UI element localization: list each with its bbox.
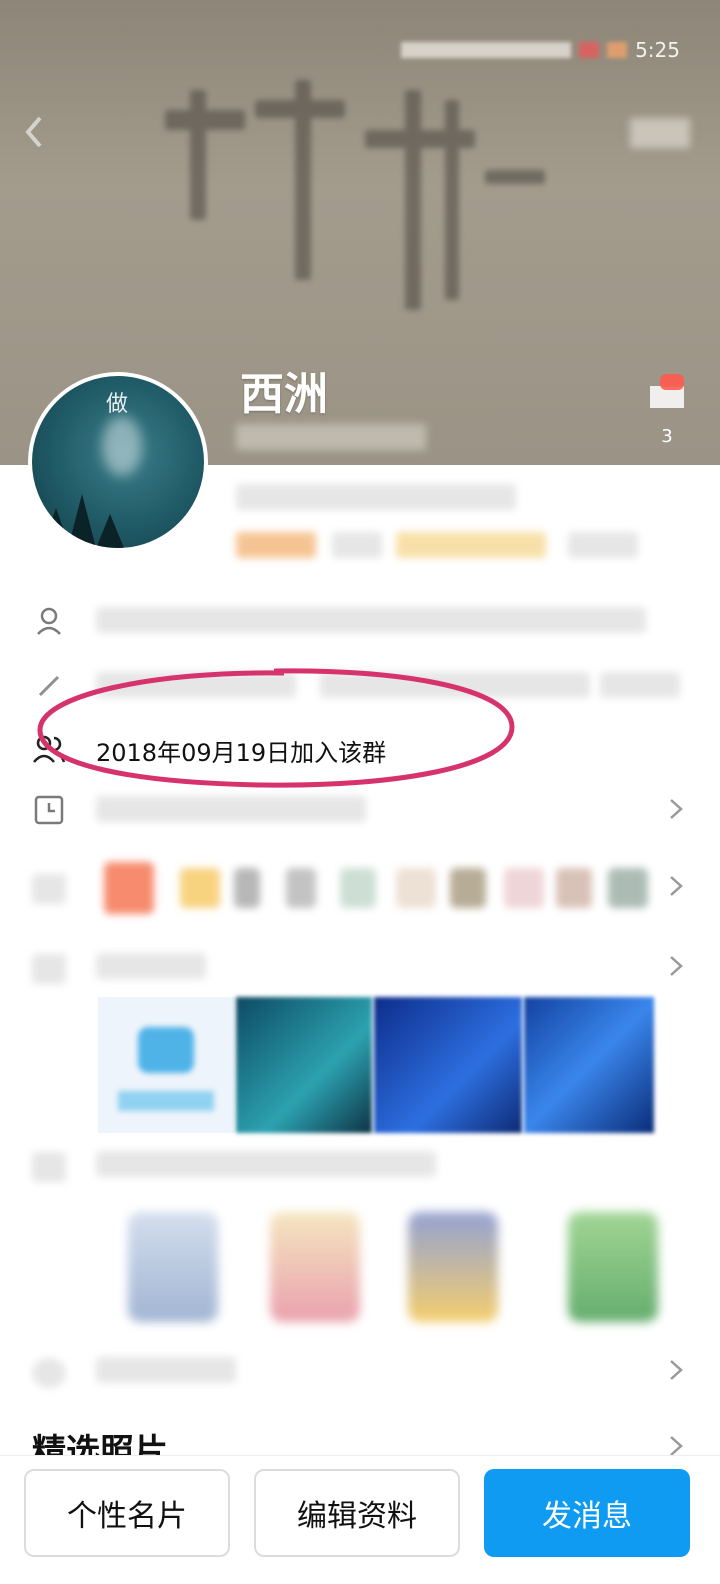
back-icon[interactable] — [22, 112, 46, 152]
album-tile[interactable] — [374, 997, 522, 1133]
badge-icon — [556, 868, 592, 908]
gift-item[interactable] — [128, 1212, 218, 1322]
badge-icon — [286, 868, 316, 908]
badge-icon — [450, 868, 486, 908]
misc-row[interactable] — [0, 1340, 720, 1400]
cover-calligraphy — [145, 70, 545, 320]
status-bar: 5:25 — [401, 38, 680, 62]
vip-badge — [396, 532, 546, 558]
clock-icon — [34, 795, 64, 825]
level-badge — [236, 532, 316, 558]
gift-item[interactable] — [270, 1212, 360, 1322]
chevron-right-icon — [670, 876, 683, 896]
info-row-personal — [0, 590, 720, 650]
person-icon — [37, 607, 61, 635]
badge-icon — [504, 868, 544, 908]
gift-item[interactable] — [408, 1212, 498, 1322]
info-line-1 — [236, 484, 516, 510]
avatar-text: 做 — [106, 392, 129, 417]
profile-card-label: 个性名片 — [67, 1499, 187, 1534]
album-tile[interactable] — [98, 997, 234, 1133]
album-tile[interactable] — [524, 997, 654, 1133]
avatar[interactable]: 做 — [28, 372, 208, 552]
profile-card-button[interactable]: 个性名片 — [24, 1469, 230, 1557]
like-button[interactable]: 3 — [642, 372, 692, 447]
album-row[interactable] — [0, 936, 720, 996]
chevron-right-icon — [670, 799, 683, 819]
edit-profile-label: 编辑资料 — [297, 1499, 417, 1534]
gift-item[interactable] — [568, 1212, 658, 1322]
info-line-3 — [568, 532, 638, 558]
profile-name: 西洲 — [240, 369, 328, 420]
edit-profile-button[interactable]: 编辑资料 — [254, 1469, 460, 1557]
send-message-button[interactable]: 发消息 — [484, 1469, 690, 1557]
album-tile[interactable] — [236, 997, 372, 1133]
badge-icon — [234, 868, 260, 908]
thumbs-up-icon — [650, 374, 684, 408]
bottom-action-bar: 个性名片 编辑资料 发消息 — [0, 1455, 720, 1584]
badge-icon — [396, 868, 436, 908]
badge-icon — [104, 862, 154, 914]
send-message-label: 发消息 — [542, 1499, 632, 1534]
status-time: 5:25 — [635, 38, 680, 62]
settings-button[interactable] — [630, 118, 690, 148]
info-row-history[interactable] — [0, 779, 720, 839]
badge-icon — [340, 868, 376, 908]
like-count: 3 — [661, 426, 673, 447]
badge-icon — [608, 868, 648, 908]
gifts-row[interactable] — [0, 1134, 720, 1194]
chevron-right-icon — [670, 1360, 683, 1380]
annotation-ellipse — [37, 668, 515, 788]
profile-subtitle — [236, 424, 426, 450]
chevron-right-icon — [670, 956, 683, 976]
badge-icon — [180, 868, 220, 908]
info-line-2 — [332, 532, 382, 558]
